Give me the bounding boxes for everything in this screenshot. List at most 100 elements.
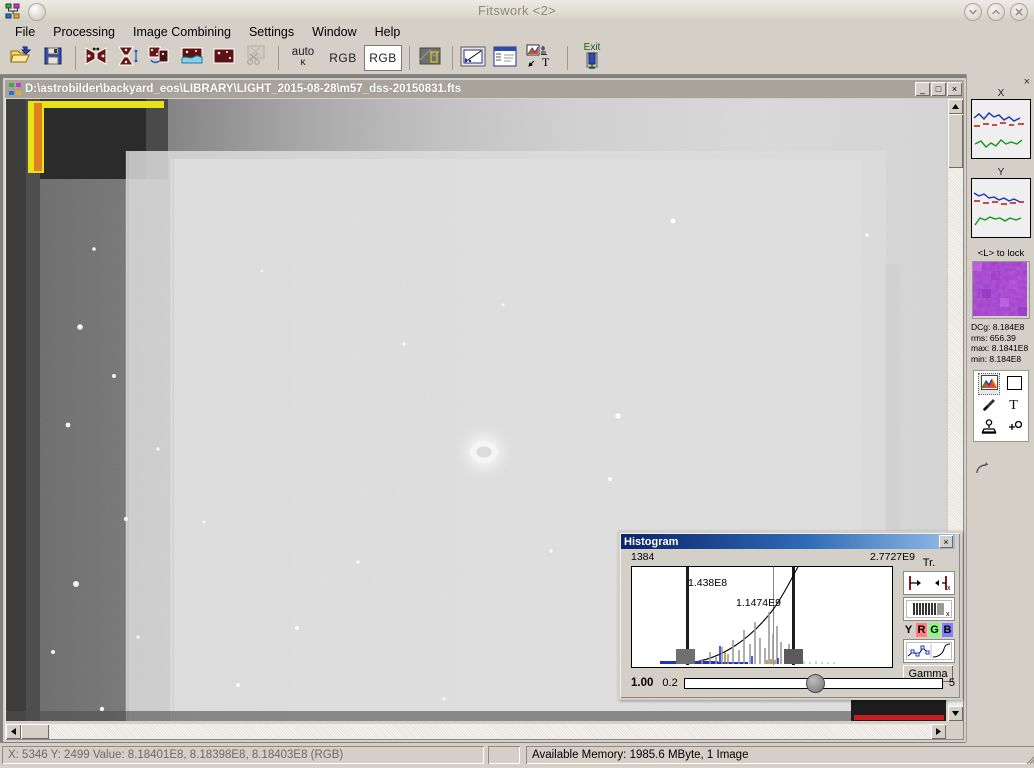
channel-r-button[interactable]: R (916, 623, 927, 637)
image-frame-icon (212, 46, 236, 69)
image-maximize-button[interactable]: □ (931, 82, 946, 96)
gradient-removal-button[interactable] (177, 43, 207, 73)
memory-text: Available Memory: 1985.6 MByte, 1 Image (532, 749, 749, 761)
menu-settings[interactable]: Settings (240, 23, 303, 41)
gamma-slider-row: 1.00 0.2 5 (631, 673, 955, 693)
histogram-button[interactable] (458, 43, 488, 73)
sidebar-close-icon[interactable]: × (1024, 76, 1030, 88)
color-image-tool[interactable] (978, 373, 1000, 395)
window-list-button[interactable] (490, 43, 520, 73)
svg-text:x: x (947, 585, 951, 592)
window-list-icon (493, 46, 517, 70)
marker-tool[interactable] (1004, 418, 1024, 438)
histogram-marker-high-label: 1.1474E9 (736, 597, 781, 609)
scroll-up-arrow[interactable] (948, 99, 963, 114)
picker-text-tools-button[interactable]: T (522, 43, 560, 73)
gamma-slider-thumb[interactable] (805, 673, 825, 693)
zoom-preview-button[interactable] (415, 43, 445, 73)
channel-selector: Y R G B (903, 623, 953, 637)
histogram-titlebar[interactable]: Histogram × (621, 534, 955, 549)
menu-window-label: Window (312, 24, 357, 39)
horizontal-scroll-thumb[interactable] (21, 724, 49, 739)
menu-window[interactable]: Window (303, 23, 365, 41)
main-toolbar: auto κ RGB RGB T Exit (0, 41, 1034, 75)
image-close-button[interactable]: × (947, 82, 962, 96)
channel-b-button[interactable]: B (942, 623, 953, 637)
stat-rms: rms: 656.39 (971, 332, 1016, 343)
white-square-icon (1006, 375, 1022, 393)
image-minimize-button[interactable]: _ (915, 82, 930, 96)
rotate-image-icon (148, 45, 172, 70)
menu-image-combining[interactable]: Image Combining (124, 23, 240, 41)
open-file-button[interactable] (6, 43, 36, 73)
gamma-max-label: 5 (948, 677, 955, 689)
window-titlebar: Fitswork <2> (0, 0, 1034, 23)
histogram-close-button[interactable]: × (939, 535, 953, 548)
toolbar-separator-2 (278, 45, 279, 70)
scroll-right-arrow[interactable] (931, 724, 946, 739)
channel-y-button[interactable]: Y (903, 623, 914, 637)
range-endpoints-control[interactable]: x (903, 571, 955, 595)
undo-button[interactable] (973, 459, 995, 480)
menu-processing-label: Processing (53, 24, 115, 39)
rotate-button[interactable] (145, 43, 175, 73)
bar-scale-control[interactable]: x (903, 597, 955, 621)
rgb-mode-button-1[interactable]: RGB (324, 45, 362, 71)
status-bar: X: 5346 Y: 2499 Value: 8.18401E8, 8.1839… (0, 743, 1034, 767)
cursor-readout-text: X: 5346 Y: 2499 Value: 8.18401E8, 8.1839… (8, 749, 344, 761)
text-T-icon: T (1009, 398, 1018, 413)
close-icon[interactable] (1010, 3, 1028, 21)
stat-max: max: 8.1841E8 (971, 343, 1029, 353)
scroll-down-arrow[interactable] (948, 706, 963, 721)
channel-g-button[interactable]: G (929, 623, 940, 637)
toolbar-separator (75, 45, 76, 70)
vertical-scroll-thumb[interactable] (948, 114, 963, 168)
mirror-vertical-button[interactable] (113, 43, 143, 73)
exit-button[interactable]: Exit (573, 42, 611, 74)
stat-min: min: 8.184E8 (971, 353, 1022, 364)
floppy-save-icon (43, 46, 63, 69)
scissors-crop-icon (244, 45, 268, 70)
rgb-mode-button-2[interactable]: RGB (364, 44, 402, 71)
memory-panel: Available Memory: 1985.6 MByte, 1 Image (526, 746, 1034, 764)
toolbar-separator-3 (409, 45, 410, 70)
histogram-min-label: 1384 (631, 551, 655, 563)
lock-hint-label: <L> to lock (977, 248, 1025, 259)
thumbnail-selection-icon (418, 46, 442, 69)
color-picture-icon (980, 375, 998, 393)
gamma-value-label: 1.00 (631, 677, 654, 689)
eyedropper-icon (981, 397, 997, 416)
mirror-horizontal-icon (84, 46, 108, 69)
histogram-curve-icon (460, 46, 486, 70)
window-controls (964, 3, 1028, 21)
horizontal-scroll-track[interactable] (21, 724, 931, 739)
minimize-icon[interactable] (964, 3, 982, 21)
gamma-min-label: 0.2 (662, 677, 678, 689)
menu-processing[interactable]: Processing (44, 23, 124, 41)
cursor-readout-panel: X: 5346 Y: 2499 Value: 8.18401E8, 8.1839… (2, 746, 484, 764)
blank-image-tool[interactable] (1004, 374, 1024, 394)
image-adjust-button[interactable] (209, 43, 239, 73)
profile-y-graph (971, 178, 1031, 238)
mirror-horizontal-button[interactable] (81, 43, 111, 73)
stamp-tool[interactable] (979, 418, 999, 438)
eyedropper-tool[interactable] (979, 396, 999, 416)
histogram-title: Histogram (624, 535, 679, 548)
auto-stretch-button[interactable]: auto κ (284, 42, 322, 74)
text-tool[interactable]: T (1004, 396, 1024, 416)
crosshair-circle-icon (1005, 419, 1023, 438)
image-horizontal-scrollbar[interactable] (6, 724, 946, 739)
maximize-icon[interactable] (987, 3, 1005, 21)
menu-file-label: File (15, 24, 36, 39)
curve-mode-control[interactable] (903, 639, 955, 663)
document-icon (8, 82, 22, 96)
menu-file[interactable]: File (6, 23, 44, 41)
resize-grip-icon[interactable] (1024, 753, 1034, 765)
toolbar-separator-4 (452, 45, 453, 70)
histogram-plot[interactable]: 1.438E8 1.1474E9 (631, 566, 893, 668)
gamma-slider-track[interactable] (683, 673, 943, 693)
save-file-button[interactable] (38, 43, 68, 73)
menu-help[interactable]: Help (366, 23, 410, 41)
scroll-left-arrow[interactable] (6, 724, 21, 739)
open-folder-icon (10, 46, 32, 69)
